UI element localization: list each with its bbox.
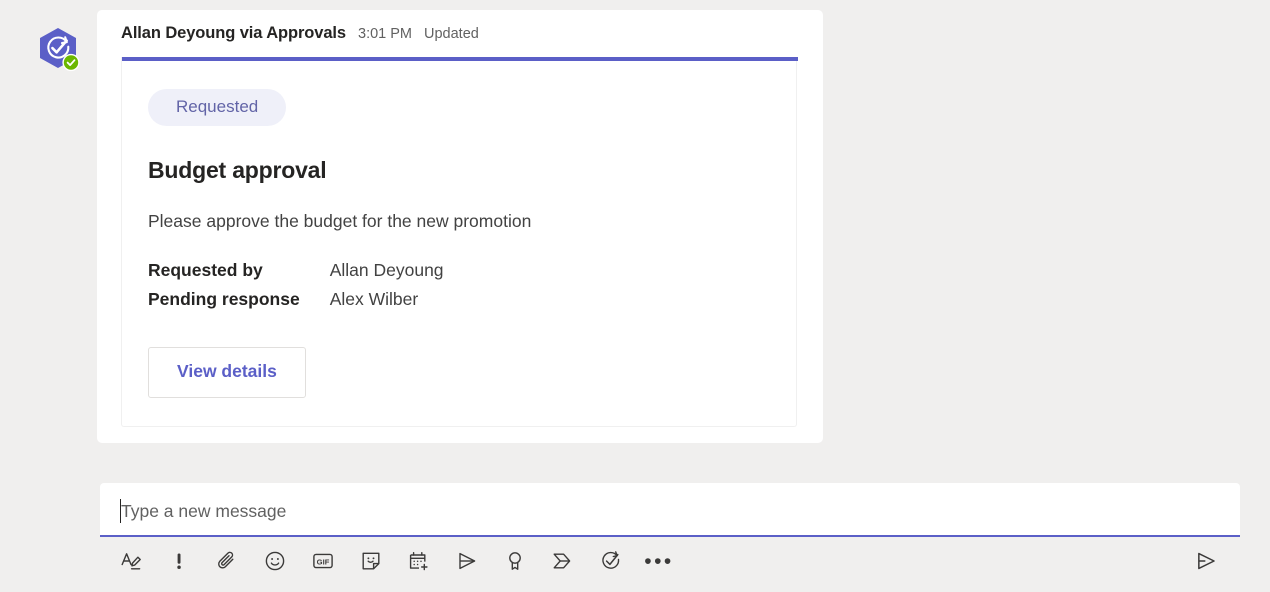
stream-icon[interactable]: [445, 541, 489, 581]
message-edited-label: Updated: [424, 26, 479, 42]
card-description: Please approve the budget for the new pr…: [148, 211, 532, 231]
view-details-button[interactable]: View details: [148, 347, 306, 399]
message-timestamp: 3:01 PM: [358, 26, 412, 42]
more-options-icon[interactable]: •••: [637, 541, 681, 581]
detail-value-requested-by: Allan Deyoung: [329, 260, 444, 280]
message-input-placeholder: Type a new message: [121, 501, 287, 521]
message-header: Allan Deyoung via Approvals 3:01 PM Upda…: [121, 24, 799, 46]
emoji-icon[interactable]: [253, 541, 297, 581]
message-bubble: Allan Deyoung via Approvals 3:01 PM Upda…: [97, 10, 823, 444]
more-options-dots: •••: [644, 549, 674, 573]
attach-icon[interactable]: [205, 541, 249, 581]
card-title: Budget approval: [148, 157, 327, 183]
importance-icon[interactable]: [157, 541, 201, 581]
meeting-icon[interactable]: [397, 541, 441, 581]
message-input-box[interactable]: Type a new message: [100, 483, 1240, 537]
send-icon[interactable]: [1184, 541, 1228, 581]
power-automate-icon[interactable]: [541, 541, 585, 581]
sender-name: Allan Deyoung via Approvals: [121, 24, 346, 42]
praise-icon[interactable]: [493, 541, 537, 581]
presence-badge-icon: [63, 55, 79, 70]
sticker-icon[interactable]: [349, 541, 393, 581]
detail-value-pending-response: Alex Wilber: [329, 289, 419, 310]
svg-text:GIF: GIF: [317, 557, 330, 566]
format-icon[interactable]: [109, 541, 153, 581]
compose-area: Type a new message GIF •••: [100, 483, 1240, 572]
approvals-icon[interactable]: [589, 541, 633, 581]
table-row: Requested by Allan Deyoung: [148, 257, 444, 286]
detail-label-requested-by: Requested by: [148, 260, 263, 280]
table-row: Pending response Alex Wilber: [148, 286, 444, 315]
detail-label-pending-response: Pending response: [148, 289, 300, 310]
compose-toolbar: GIF •••: [100, 539, 1240, 583]
avatar[interactable]: [36, 26, 84, 78]
approval-details-table: Requested by Allan Deyoung Pending respo…: [148, 257, 444, 315]
approval-card: Requested Budget approval Please approve…: [121, 57, 798, 428]
card-body: Requested Budget approval Please approve…: [122, 61, 796, 426]
gif-icon[interactable]: GIF: [301, 541, 345, 581]
status-badge: Requested: [148, 89, 287, 126]
